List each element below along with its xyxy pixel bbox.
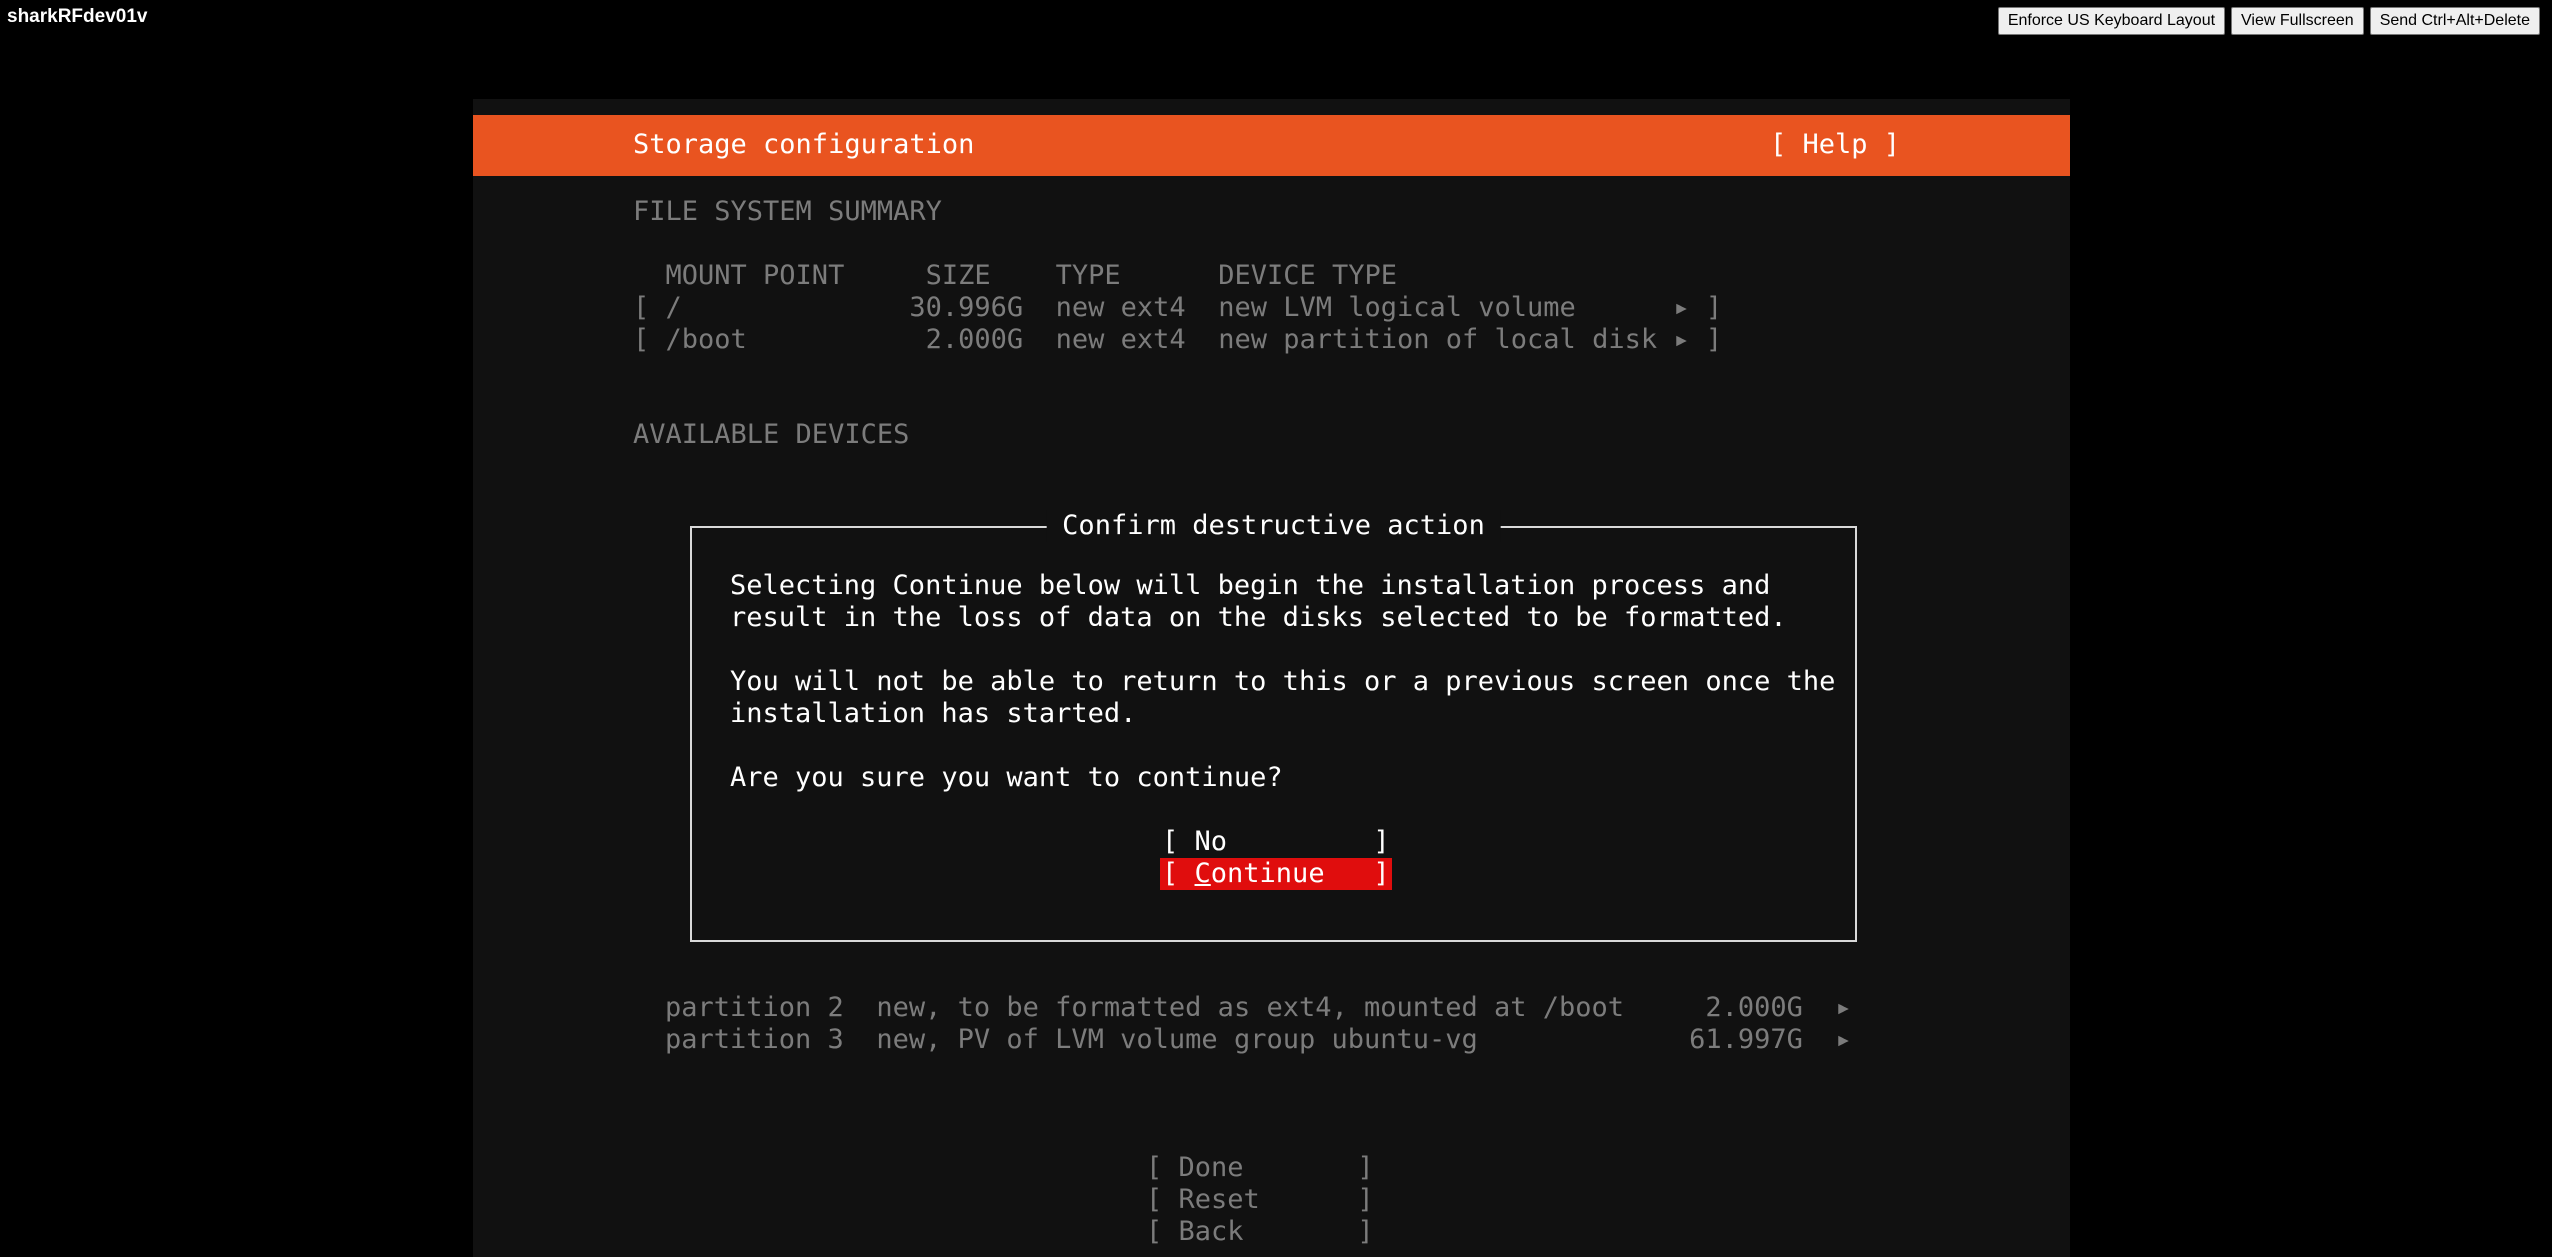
fs-row-root[interactable]: [ / 30.996G new ext4 new LVM logical vol…: [633, 292, 1722, 324]
console-toolbar: Enforce US Keyboard Layout View Fullscre…: [1997, 7, 2540, 35]
dialog-text-line: Selecting Continue below will begin the …: [730, 570, 1771, 601]
view-fullscreen-button[interactable]: View Fullscreen: [2231, 7, 2364, 35]
done-button[interactable]: [ Done ]: [1146, 1152, 1374, 1184]
fs-row-boot[interactable]: [ /boot 2.000G new ext4 new partition of…: [633, 324, 1722, 356]
installer-title-bar: Storage configuration [ Help ]: [473, 115, 2070, 176]
dialog-title: Confirm destructive action: [1046, 510, 1501, 542]
dialog-text-line: installation has started.: [730, 698, 1137, 729]
partition-row-3[interactable]: partition 3 new, PV of LVM volume group …: [665, 1024, 1852, 1056]
available-devices-heading: AVAILABLE DEVICES: [633, 419, 910, 450]
back-button[interactable]: [ Back ]: [1146, 1216, 1374, 1248]
no-button[interactable]: [ No ]: [1162, 826, 1390, 858]
fs-table-header: MOUNT POINT SIZE TYPE DEVICE TYPE: [633, 260, 1398, 291]
continue-hotkey: C: [1194, 858, 1211, 889]
confirm-dialog: Confirm destructive action Selecting Con…: [690, 510, 1857, 942]
dialog-text-line: You will not be able to return to this o…: [730, 666, 1836, 697]
send-ctrl-alt-delete-button[interactable]: Send Ctrl+Alt+Delete: [2369, 7, 2540, 35]
continue-button[interactable]: [ Continue ]: [1160, 858, 1392, 890]
fs-summary-heading: FILE SYSTEM SUMMARY: [633, 196, 942, 227]
help-button[interactable]: [ Help ]: [1770, 129, 1900, 161]
enforce-us-keyboard-button[interactable]: Enforce US Keyboard Layout: [1997, 7, 2226, 35]
continue-rest: ontinue ]: [1210, 858, 1390, 889]
partition-row-2[interactable]: partition 2 new, to be formatted as ext4…: [665, 992, 1852, 1024]
vm-console-screen[interactable]: Storage configuration [ Help ] FILE SYST…: [473, 99, 2070, 1257]
host-name: sharkRFdev01v: [7, 6, 148, 27]
installer-title: Storage configuration: [633, 129, 975, 160]
continue-prefix: [: [1162, 858, 1195, 889]
dialog-text-line: result in the loss of data on the disks …: [730, 602, 1787, 633]
reset-button[interactable]: [ Reset ]: [1146, 1184, 1374, 1216]
dialog-question: Are you sure you want to continue?: [730, 762, 1283, 793]
